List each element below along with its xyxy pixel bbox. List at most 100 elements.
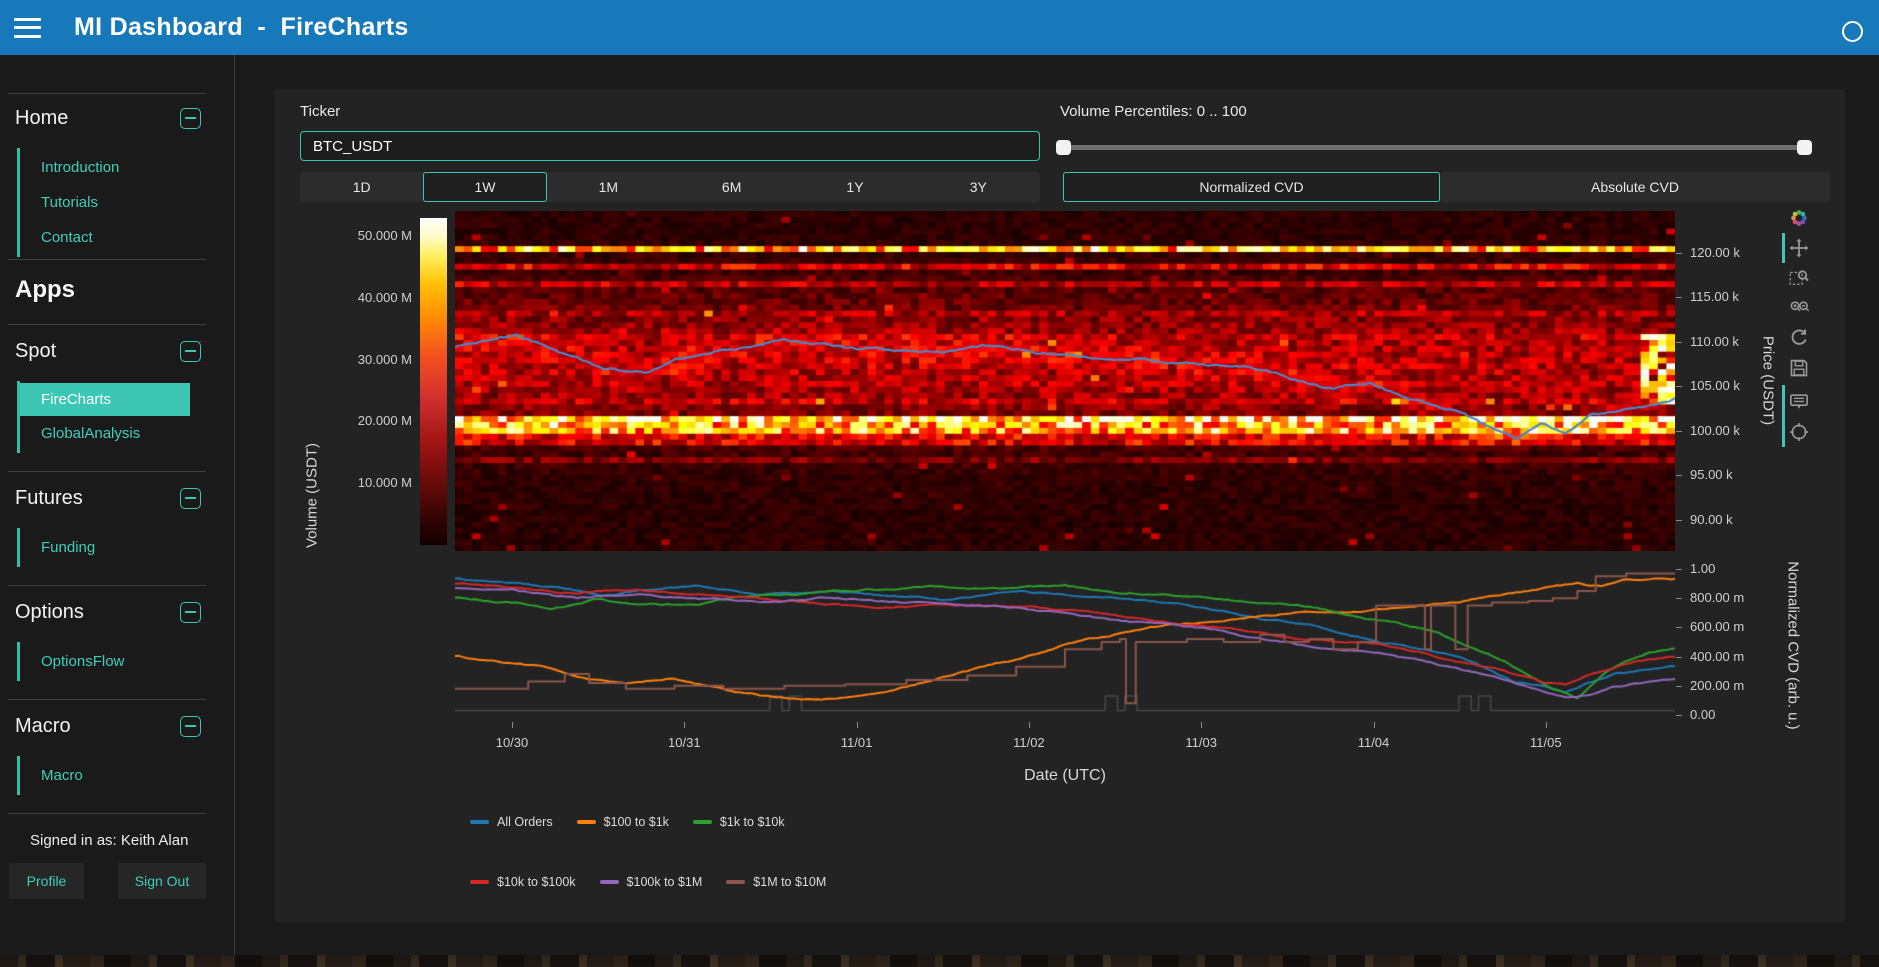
tick-mark: [1201, 722, 1202, 728]
tick-label: 0.00: [1690, 707, 1715, 722]
save-icon[interactable]: [1789, 358, 1809, 378]
modebar-active-indicator: [1782, 385, 1785, 447]
date-tick-label: 11/05: [1524, 735, 1568, 750]
range-button-3y[interactable]: 3Y: [917, 172, 1040, 202]
sidebar-section-home: Home: [15, 104, 201, 132]
main-panel: Ticker Volume Percentiles: 0 .. 100 1D1W…: [274, 89, 1845, 922]
volume-heatmap-chart[interactable]: [455, 211, 1675, 551]
tick-mark: [1676, 386, 1682, 387]
sidebar-divider-line: [234, 55, 235, 955]
time-range-group: 1D1W1M6M1Y3Y: [300, 172, 1040, 202]
desktop-wallpaper-strip: [0, 955, 1879, 967]
legend-item--1m-to-10m[interactable]: $1M to $10M: [726, 875, 826, 889]
chart-legend-row-2: $10k to $100k $100k to $1M $1M to $10M: [470, 875, 850, 889]
range-button-6m[interactable]: 6M: [670, 172, 793, 202]
sidebar-item-funding[interactable]: Funding: [20, 530, 234, 565]
collapse-icon[interactable]: [180, 716, 201, 737]
cvd-mode-group: Normalized CVDAbsolute CVD: [1063, 172, 1830, 202]
normalized-cvd-chart[interactable]: [455, 560, 1675, 720]
legend-item--100k-to-1m[interactable]: $100k to $1M: [600, 875, 703, 889]
tick-mark: [1676, 598, 1682, 599]
box-zoom-icon[interactable]: [1789, 268, 1809, 288]
collapse-icon[interactable]: [180, 602, 201, 623]
app-window: MI Dashboard - FireCharts Home Introduct…: [0, 0, 1879, 967]
plotly-logo-icon[interactable]: [1789, 208, 1809, 228]
sign-out-button[interactable]: Sign Out: [118, 863, 206, 899]
range-button-1y[interactable]: 1Y: [793, 172, 916, 202]
collapse-icon[interactable]: [180, 341, 201, 362]
tick-label: 50.000 M: [274, 228, 412, 243]
hover-single-icon[interactable]: [1789, 392, 1809, 412]
tick-mark: [1676, 297, 1682, 298]
chart-legend-row-1: All Orders $100 to $1k $1k to $10k: [470, 815, 809, 829]
sidebar-items-home: Introduction Tutorials Contact: [17, 148, 234, 257]
sidebar-item-macro[interactable]: Macro: [20, 758, 234, 793]
crosshair-icon[interactable]: [1789, 422, 1809, 442]
cvd-button-absolute-cvd[interactable]: Absolute CVD: [1440, 172, 1830, 202]
collapse-icon[interactable]: [180, 488, 201, 509]
tick-label: 115.00 k: [1690, 289, 1739, 304]
tick-label: 600.00 m: [1690, 619, 1744, 634]
section-title-options: Options: [15, 601, 84, 624]
tick-mark: [1676, 342, 1682, 343]
sidebar-section-spot: Spot: [15, 337, 201, 365]
tick-label: 10.000 M: [274, 475, 412, 490]
legend-label: $100 to $1k: [604, 815, 669, 829]
profile-button[interactable]: Profile: [9, 863, 84, 899]
tick-label: 95.00 k: [1690, 467, 1733, 482]
autoscale-icon[interactable]: [1789, 328, 1809, 348]
pan-icon[interactable]: [1789, 238, 1809, 258]
range-button-1m[interactable]: 1M: [547, 172, 670, 202]
loading-ring-icon: [1842, 21, 1863, 42]
legend-item--1k-to-10k[interactable]: $1k to $10k: [693, 815, 785, 829]
sidebar-item-optionsflow[interactable]: OptionsFlow: [20, 644, 234, 679]
tick-mark: [1676, 657, 1682, 658]
legend-label: All Orders: [497, 815, 553, 829]
sidebar-item-firecharts[interactable]: FireCharts: [20, 383, 190, 416]
tick-mark: [684, 722, 685, 728]
divider: [8, 585, 206, 586]
tick-mark: [1676, 520, 1682, 521]
signed-in-text: Signed in as: Keith Alan: [30, 832, 234, 849]
volume-percentile-slider[interactable]: [1060, 145, 1808, 150]
tick-label: 40.000 M: [274, 290, 412, 305]
zoom-in-out-icon[interactable]: [1789, 298, 1809, 318]
tick-label: 105.00 k: [1690, 378, 1740, 393]
cvd-axis-title: Normalized CVD (arb. u.): [1785, 551, 1802, 741]
range-button-1d[interactable]: 1D: [300, 172, 423, 202]
sidebar-item-globalanalysis[interactable]: GlobalAnalysis: [20, 416, 234, 451]
legend-swatch: [470, 880, 489, 884]
divider: [8, 813, 206, 814]
ticker-input[interactable]: [300, 131, 1040, 161]
divider: [8, 471, 206, 472]
sidebar-item-tutorials[interactable]: Tutorials: [20, 185, 234, 220]
range-button-1w[interactable]: 1W: [423, 172, 546, 202]
ticker-label: Ticker: [300, 103, 340, 120]
legend-item--100-to-1k[interactable]: $100 to $1k: [577, 815, 669, 829]
collapse-icon[interactable]: [180, 108, 201, 129]
legend-label: $1k to $10k: [720, 815, 785, 829]
section-title-futures: Futures: [15, 487, 83, 510]
legend-item-all-orders[interactable]: All Orders: [470, 815, 553, 829]
sidebar-section-options: Options: [15, 598, 201, 626]
sidebar-heading-apps: Apps: [15, 276, 234, 306]
sidebar-item-contact[interactable]: Contact: [20, 220, 234, 255]
volume-colorbar: [420, 218, 447, 545]
sidebar-section-macro: Macro: [15, 712, 201, 740]
sidebar-item-introduction[interactable]: Introduction: [20, 150, 234, 185]
volume-percentiles-label: Volume Percentiles: 0 .. 100: [1060, 103, 1247, 120]
date-tick-label: 11/01: [835, 735, 879, 750]
slider-handle-min[interactable]: [1056, 140, 1071, 155]
tick-mark: [1676, 475, 1682, 476]
legend-item--10k-to-100k[interactable]: $10k to $100k: [470, 875, 576, 889]
tick-label: 30.000 M: [274, 352, 412, 367]
cvd-button-normalized-cvd[interactable]: Normalized CVD: [1063, 172, 1440, 202]
date-tick-label: 10/31: [662, 735, 706, 750]
divider: [8, 699, 206, 700]
date-tick-label: 11/03: [1179, 735, 1223, 750]
legend-swatch: [600, 880, 619, 884]
date-tick-label: 10/30: [490, 735, 534, 750]
hamburger-menu-icon[interactable]: [14, 18, 44, 38]
legend-swatch: [577, 820, 596, 824]
slider-handle-max[interactable]: [1797, 140, 1812, 155]
